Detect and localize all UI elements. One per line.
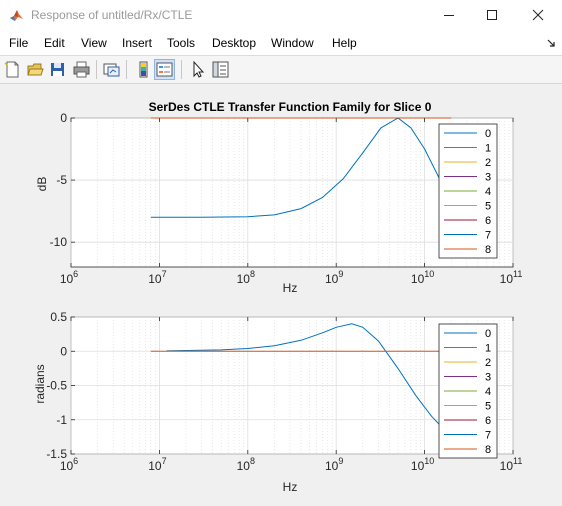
toolbar-separator bbox=[181, 60, 182, 79]
phase-y-axis-label: radians bbox=[33, 364, 47, 403]
legend-entry: 6 bbox=[485, 215, 491, 227]
legend-icon bbox=[156, 62, 173, 77]
matlab-logo-icon bbox=[10, 10, 23, 21]
toolbar-separator bbox=[96, 60, 97, 79]
y-tick-label: -1 bbox=[56, 413, 67, 427]
close-button[interactable] bbox=[516, 0, 561, 31]
x-tick-label: 109 bbox=[325, 456, 343, 473]
figure-canvas: 106 107 108 109 1010 10110-5-10 SerDes CTLE T… bbox=[33, 100, 522, 494]
close-icon bbox=[532, 9, 544, 21]
property-inspector-icon[interactable] bbox=[211, 60, 230, 79]
legend-entry: 3 bbox=[485, 172, 491, 184]
menu-bar: File Edit View Insert Tools Desktop Wind… bbox=[0, 31, 562, 56]
menu-edit[interactable]: Edit bbox=[44, 36, 65, 50]
title-bar: Response of untitled/Rx/CTLE bbox=[0, 0, 562, 31]
x-tick-label: 106 bbox=[60, 269, 78, 286]
y-tick-label: 0.5 bbox=[50, 310, 67, 324]
legend-entry: 7 bbox=[485, 430, 491, 442]
x-tick-label: 108 bbox=[237, 456, 255, 473]
window-title: Response of untitled/Rx/CTLE bbox=[31, 8, 193, 22]
x-tick-label: 107 bbox=[148, 269, 166, 286]
legend-entry: 8 bbox=[485, 444, 491, 456]
new-figure-icon[interactable] bbox=[3, 60, 22, 79]
phase-legend[interactable]: 0 1 2 3 4 5 6 7 8 bbox=[438, 323, 498, 459]
x-tick-label: 1011 bbox=[500, 269, 523, 286]
minimize-button[interactable] bbox=[427, 0, 472, 31]
print-icon[interactable] bbox=[72, 60, 91, 79]
dock-arrow-icon[interactable] bbox=[547, 39, 556, 48]
magnitude-axes[interactable]: 106 107 108 109 1010 10110-5-10 SerDes CTLE T… bbox=[35, 100, 522, 295]
magnitude-x-axis-label: Hz bbox=[283, 281, 298, 295]
legend-entry: 2 bbox=[485, 357, 491, 369]
magnitude-legend[interactable]: 0 1 2 3 4 5 6 7 8 bbox=[438, 123, 498, 259]
menu-help[interactable]: Help bbox=[332, 36, 357, 50]
pointer-icon[interactable] bbox=[188, 60, 207, 79]
x-tick-label: 109 bbox=[325, 269, 343, 286]
phase-x-axis-label: Hz bbox=[283, 480, 298, 494]
toolbar-separator bbox=[126, 60, 127, 79]
y-tick-label: -1.5 bbox=[46, 447, 67, 461]
maximize-button[interactable] bbox=[470, 0, 515, 31]
legend-entry: 1 bbox=[485, 343, 491, 355]
magnitude-y-axis-label: dB bbox=[35, 177, 49, 192]
menu-desktop[interactable]: Desktop bbox=[212, 36, 256, 50]
toolbar bbox=[0, 56, 562, 84]
menu-window[interactable]: Window bbox=[271, 36, 314, 50]
colorbar-icon[interactable] bbox=[134, 60, 153, 79]
legend-entry: 4 bbox=[485, 386, 491, 398]
legend-entry: 4 bbox=[485, 186, 491, 198]
legend-entry: 5 bbox=[485, 401, 491, 413]
legend-entry: 2 bbox=[485, 157, 491, 169]
legend-entry: 0 bbox=[485, 128, 491, 140]
legend-entry: 3 bbox=[485, 372, 491, 384]
menu-view[interactable]: View bbox=[81, 36, 107, 50]
link-plot-icon[interactable] bbox=[102, 60, 121, 79]
phase-axes[interactable]: 1 0 6 107 108 109 1010 1011 0.5 0 -0.5 -1 -1.5 Hz ra… bbox=[33, 310, 522, 494]
y-tick-label: 0 bbox=[60, 111, 67, 125]
save-icon[interactable] bbox=[48, 60, 67, 79]
y-tick-label: 0 bbox=[60, 344, 67, 358]
legend-entry: 8 bbox=[485, 244, 491, 256]
minimize-icon bbox=[444, 15, 454, 16]
open-file-icon[interactable] bbox=[26, 60, 45, 79]
legend-button[interactable] bbox=[154, 59, 175, 80]
menu-file[interactable]: File bbox=[9, 36, 28, 50]
x-tick-label: 107 bbox=[148, 456, 166, 473]
magnitude-plot-title: SerDes CTLE Transfer Function Family for… bbox=[149, 100, 432, 114]
menu-tools[interactable]: Tools bbox=[167, 36, 195, 50]
legend-entry: 7 bbox=[485, 230, 491, 242]
y-tick-label: -10 bbox=[50, 235, 68, 249]
legend-entry: 5 bbox=[485, 201, 491, 213]
x-tick-label: 1011 bbox=[500, 456, 523, 473]
x-tick-label: 108 bbox=[237, 269, 255, 286]
legend-entry: 0 bbox=[485, 328, 491, 340]
maximize-icon bbox=[487, 10, 497, 20]
y-tick-label: -5 bbox=[56, 173, 67, 187]
x-tick-label: 1010 bbox=[411, 456, 434, 473]
y-tick-label: -0.5 bbox=[46, 379, 67, 393]
menu-insert[interactable]: Insert bbox=[122, 36, 152, 50]
legend-entry: 1 bbox=[485, 143, 491, 155]
x-tick-label: 1010 bbox=[411, 269, 434, 286]
legend-entry: 6 bbox=[485, 415, 491, 427]
